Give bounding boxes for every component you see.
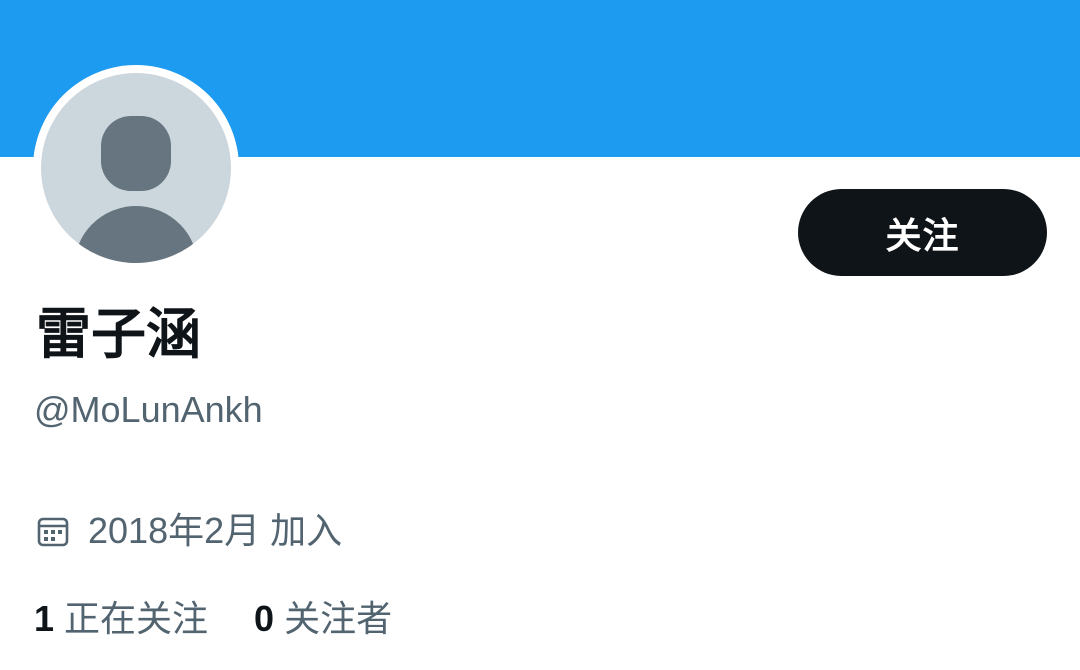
joined-date-row: 2018年2月 加入 bbox=[36, 504, 342, 558]
avatar[interactable] bbox=[41, 73, 231, 263]
user-handle: @MoLunAnkh bbox=[34, 389, 263, 430]
calendar-icon bbox=[37, 517, 69, 547]
followers-stat[interactable]: 0 关注者 bbox=[254, 590, 392, 642]
followers-count[interactable]: 0 bbox=[254, 598, 274, 640]
profile-page: 关注 雷子涵 @MoLunAnkh 2018年2月 加入 1 正在关注 0 关注… bbox=[0, 0, 1080, 670]
following-count[interactable]: 1 bbox=[34, 598, 54, 640]
joined-date: 2018年2月 加入 bbox=[88, 510, 343, 551]
followers-label[interactable]: 关注者 bbox=[284, 590, 392, 642]
avatar-border[interactable] bbox=[33, 65, 239, 271]
display-name: 雷子涵 bbox=[36, 302, 202, 366]
follow-stats: 1 正在关注 0 关注者 bbox=[34, 588, 392, 644]
following-label[interactable]: 正在关注 bbox=[64, 590, 208, 642]
follow-button[interactable]: 关注 bbox=[798, 189, 1047, 276]
following-stat[interactable]: 1 正在关注 bbox=[34, 590, 208, 642]
